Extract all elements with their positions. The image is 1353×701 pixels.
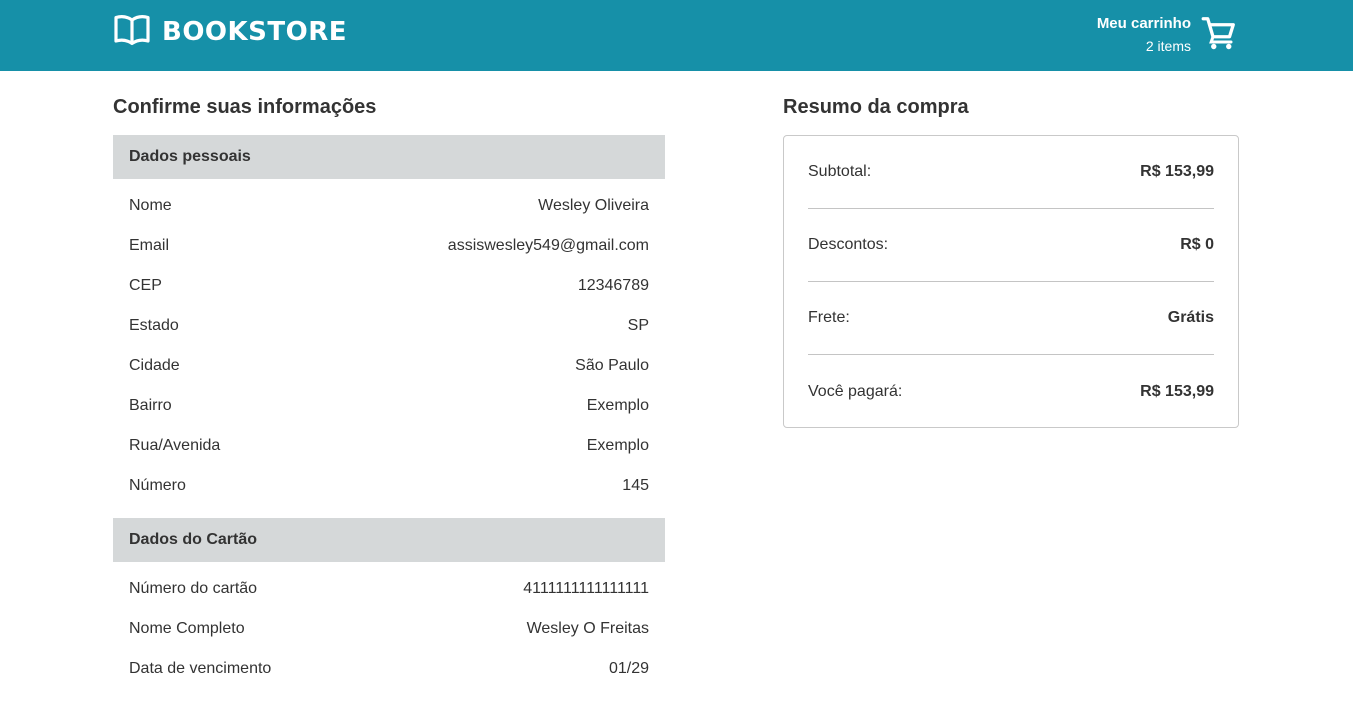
info-label: Data de vencimento [129, 660, 272, 677]
info-value: 12346789 [577, 277, 649, 294]
personal-data-heading: Dados pessoais [113, 135, 665, 179]
brand-logo[interactable]: BOOKSTORE [114, 14, 348, 51]
info-label: Bairro [129, 397, 172, 414]
info-label: CEP [129, 277, 162, 294]
cart-icon [1201, 15, 1237, 56]
info-row: Cidade São Paulo [129, 346, 649, 386]
summary-value: R$ 153,99 [1140, 382, 1214, 400]
info-row: CEP 12346789 [129, 266, 649, 306]
info-row: Nome Wesley Oliveira [129, 186, 649, 226]
cart-count: 2 items [1145, 38, 1191, 54]
confirm-title: Confirme suas informações [113, 96, 377, 118]
info-row: Rua/Avenida Exemplo [129, 426, 649, 466]
summary-row-subtotal: Subtotal: R$ 153,99 [808, 136, 1214, 209]
info-row: Email assiswesley549@gmail.com [129, 226, 649, 266]
info-value: São Paulo [575, 357, 649, 374]
summary-row-shipping: Frete: Grátis [808, 282, 1214, 355]
info-value: SP [627, 317, 649, 334]
summary-label: Frete: [808, 309, 850, 326]
book-icon [114, 14, 150, 51]
info-row: Número 145 [129, 466, 649, 506]
confirmation-details: Dados pessoais Nome Wesley Oliveira Email… [113, 135, 665, 701]
cart-button[interactable]: Meu carrinho 2 items [1097, 14, 1237, 56]
summary-value: Grátis [1167, 309, 1214, 326]
info-row: Número do cartão 4111111111111111 [129, 569, 649, 609]
info-label: Nome [129, 197, 172, 214]
info-value: Exemplo [586, 437, 649, 454]
info-label: Rua/Avenida [129, 437, 221, 454]
card-data-list: Número do cartão 4111111111111111 Nome Co… [113, 562, 665, 701]
info-value: assiswesley549@gmail.com [447, 237, 649, 254]
info-value: Wesley Oliveira [538, 197, 649, 214]
info-row: Data de vencimento 01/29 [129, 649, 649, 689]
order-summary-card: Subtotal: R$ 153,99 Descontos: R$ 0 Frete:… [783, 135, 1239, 428]
summary-row-total: Você pagará: R$ 153,99 [808, 355, 1214, 428]
info-label: Email [129, 237, 170, 254]
info-label: Número [129, 477, 186, 494]
brand-name: BOOKSTORE [162, 17, 348, 47]
info-row: Estado SP [129, 306, 649, 346]
info-label: Estado [129, 317, 179, 334]
summary-label: Descontos: [808, 236, 889, 253]
personal-data-list: Nome Wesley Oliveira Email assiswesley549@… [113, 179, 665, 518]
card-data-heading: Dados do Cartão [113, 518, 665, 562]
cart-title: Meu carrinho [1096, 15, 1191, 32]
summary-value: R$ 153,99 [1140, 163, 1214, 180]
summary-title: Resumo da compra [783, 96, 969, 118]
info-value: 145 [622, 477, 649, 494]
info-label: Nome Completo [129, 620, 245, 637]
info-value: Exemplo [586, 397, 649, 414]
info-value: 01/29 [608, 660, 649, 677]
info-label: Cidade [129, 357, 180, 374]
info-value: Wesley O Freitas [526, 620, 649, 637]
summary-value: R$ 0 [1180, 236, 1214, 253]
info-value: 4111111111111111 [523, 580, 649, 597]
summary-label: Subtotal: [808, 163, 872, 180]
summary-label: Você pagará: [808, 382, 903, 400]
info-row: Bairro Exemplo [129, 386, 649, 426]
info-row: Nome Completo Wesley O Freitas [129, 609, 649, 649]
top-header: BOOKSTORE Meu carrinho 2 items [0, 0, 1353, 71]
summary-row-discounts: Descontos: R$ 0 [808, 209, 1214, 282]
info-label: Número do cartão [129, 580, 258, 597]
